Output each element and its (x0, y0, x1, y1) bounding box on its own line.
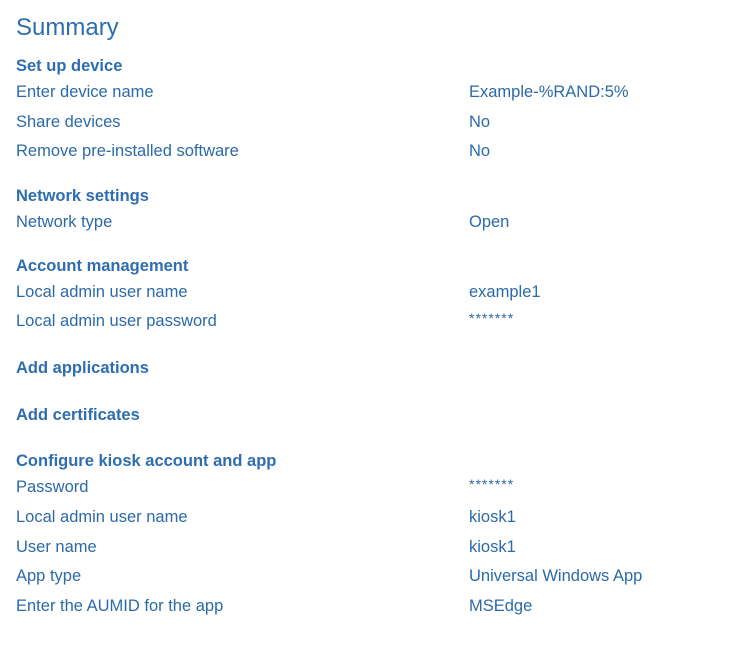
summary-row: Share devices No (16, 108, 733, 138)
row-label: Password (16, 478, 89, 497)
row-label: Enter the AUMID for the app (16, 596, 224, 615)
summary-row: Enter the AUMID for the app MSEdge (16, 592, 733, 622)
summary-page: Summary Set up device Enter device name … (0, 0, 733, 650)
summary-row: Local admin user name example1 (16, 278, 733, 308)
page-title: Summary (16, 14, 119, 41)
row-label: App type (16, 567, 82, 586)
section-heading: Account management (16, 256, 189, 275)
section-heading: Network settings (16, 187, 149, 206)
section-set-up-device: Set up device Enter device name Example-… (16, 54, 733, 167)
summary-row: Password ******* (16, 473, 733, 503)
section-add-certificates: Add certificates (16, 403, 733, 427)
summary-row: Enter device name Example-%RAND:5% (16, 78, 733, 108)
section-heading: Configure kiosk account and app (16, 452, 277, 471)
section-configure-kiosk: Configure kiosk account and app Password… (16, 449, 733, 621)
row-value: No (469, 142, 491, 161)
row-value: kiosk1 (469, 537, 516, 556)
row-label: Network type (16, 213, 113, 232)
section-add-applications: Add applications (16, 356, 733, 380)
summary-row: Remove pre-installed software No (16, 137, 733, 167)
section-heading: Set up device (16, 57, 123, 75)
section-network-settings: Network settings Network type Open (16, 184, 733, 238)
row-label: Enter device name (16, 83, 154, 101)
row-label: User name (16, 537, 97, 556)
summary-row: User name kiosk1 (16, 533, 733, 563)
section-heading: Add certificates (16, 406, 140, 425)
summary-row: App type Universal Windows App (16, 562, 733, 592)
summary-row: Network type Open (16, 208, 733, 238)
row-label: Local admin user name (16, 282, 188, 301)
row-label: Remove pre-installed software (16, 142, 239, 161)
row-value: Example-%RAND:5% (469, 83, 629, 101)
row-value: Universal Windows App (469, 567, 643, 586)
summary-row: Local admin user name kiosk1 (16, 503, 733, 533)
row-value: MSEdge (469, 596, 533, 615)
row-value: kiosk1 (469, 507, 516, 526)
summary-row: Local admin user password ******* (16, 307, 733, 337)
row-value: Open (469, 213, 510, 232)
section-account-management: Account management Local admin user name… (16, 254, 733, 337)
row-value-masked: ******* (469, 310, 515, 327)
section-heading: Add applications (16, 359, 149, 378)
row-value: No (469, 112, 491, 131)
row-value-masked: ******* (469, 476, 515, 493)
row-label: Share devices (16, 112, 121, 131)
row-label: Local admin user password (16, 312, 217, 331)
row-label: Local admin user name (16, 507, 188, 526)
row-value: example1 (469, 282, 541, 301)
